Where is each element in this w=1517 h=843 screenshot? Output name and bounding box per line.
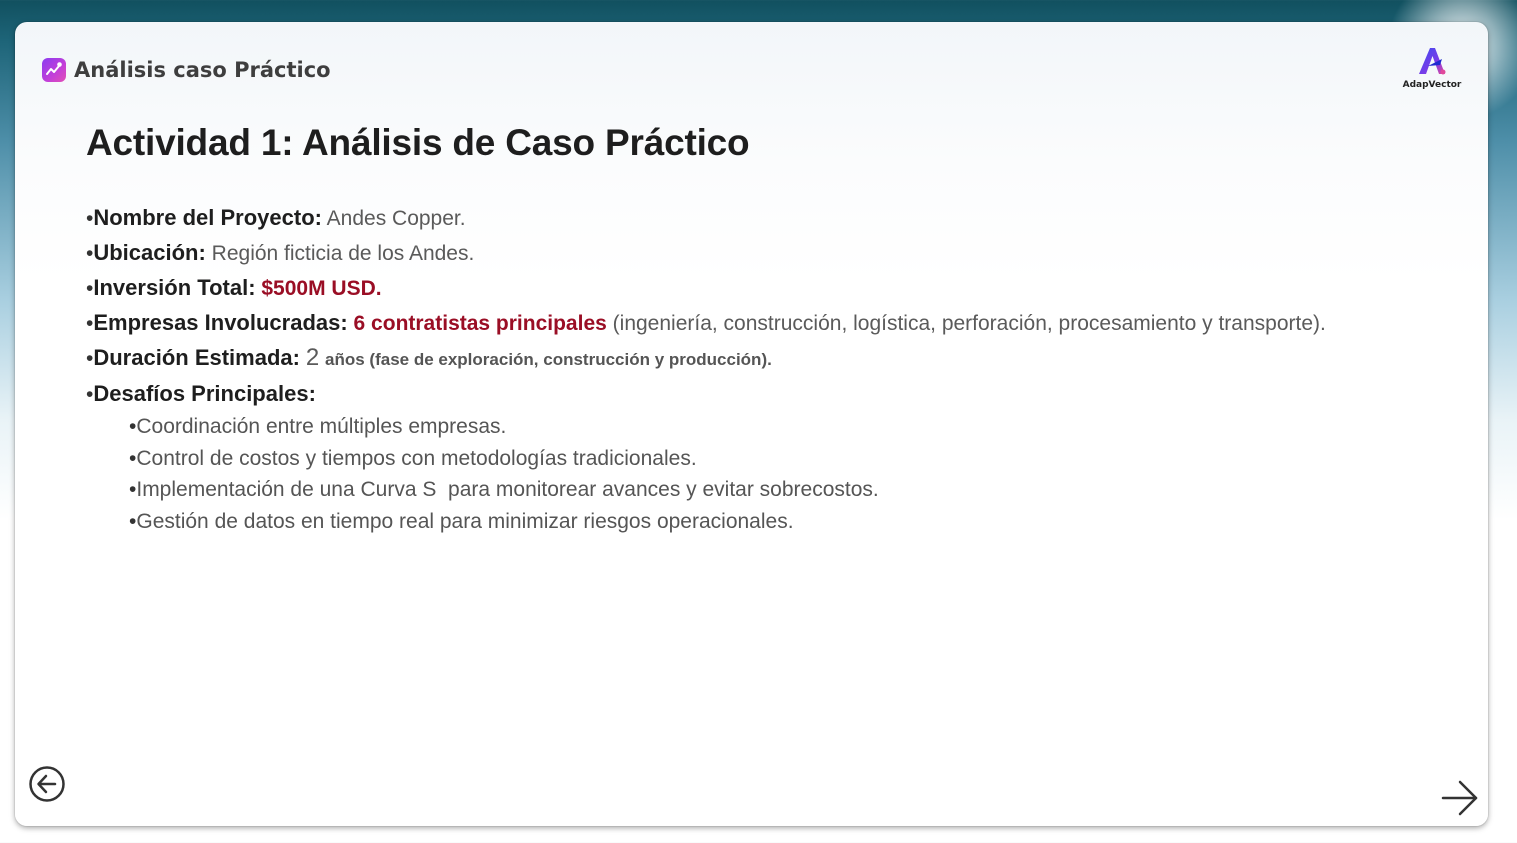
brand-name: AdapVector: [1402, 80, 1462, 90]
arrow-right-icon: [1441, 780, 1478, 816]
item-value: Andes Copper.: [326, 207, 466, 230]
sub-list-item: •Control de costos y tiempos con metodol…: [129, 443, 1346, 475]
sub-list-item: •Coordinación entre múltiples empresas.: [129, 411, 1346, 443]
sub-list-item: •Gestión de datos en tiempo real para mi…: [129, 506, 1346, 538]
sub-list-item: •Implementación de una Curva S para moni…: [129, 474, 1346, 506]
item-value-large: 2: [305, 344, 320, 371]
slide-title: Actividad 1: Análisis de Caso Práctico: [86, 122, 750, 163]
bullet-list: •Nombre del Proyecto: Andes Copper. •Ubi…: [86, 202, 1346, 537]
list-item-investment: •Inversión Total: $500M USD.: [86, 272, 1346, 304]
item-label: Empresas Involucradas:: [93, 310, 348, 335]
adapvector-logo-icon: [1419, 48, 1446, 75]
sub-item-text: Gestión de datos en tiempo real para min…: [136, 509, 794, 533]
brand-logo: AdapVector: [1402, 44, 1462, 90]
arrow-left-circle-icon: [29, 766, 65, 802]
app-title: Análisis caso Práctico: [74, 58, 331, 82]
previous-slide-button[interactable]: [28, 765, 66, 803]
item-label: Desafíos Principales:: [93, 381, 316, 406]
sub-item-text: Control de costos y tiempos con metodolo…: [136, 446, 697, 470]
item-value: (ingeniería, construcción, logística, pe…: [612, 312, 1326, 335]
next-slide-button[interactable]: [1440, 778, 1480, 818]
app-header: Análisis caso Práctico: [42, 58, 331, 82]
item-highlight: $500M USD.: [261, 277, 382, 300]
list-item-challenges: •Desafíos Principales:: [86, 378, 1346, 410]
item-label: Duración Estimada:: [93, 345, 300, 370]
item-highlight: 6 contratistas principales: [353, 312, 607, 335]
list-item-project-name: •Nombre del Proyecto: Andes Copper.: [86, 202, 1346, 234]
item-value-small: años (fase de exploración, construcción …: [325, 350, 772, 369]
slide-card: Análisis caso Práctico AdapVector Activi…: [15, 22, 1488, 826]
list-item-duration: •Duración Estimada: 2 años (fase de expl…: [86, 342, 1346, 375]
sub-item-text: Coordinación entre múltiples empresas.: [136, 415, 507, 438]
list-item-location: •Ubicación: Región ficticia de los Andes…: [86, 237, 1346, 269]
trending-chart-icon: [42, 58, 66, 82]
sub-item-text: Implementación de una Curva S para monit…: [136, 478, 879, 501]
item-label: Nombre del Proyecto:: [93, 205, 322, 230]
item-label: Inversión Total:: [93, 275, 256, 300]
challenges-sub-list: •Coordinación entre múltiples empresas. …: [129, 411, 1346, 537]
list-item-companies: •Empresas Involucradas: 6 contratistas p…: [86, 307, 1346, 339]
item-label: Ubicación:: [93, 240, 206, 265]
item-value: Región ficticia de los Andes.: [211, 242, 475, 265]
